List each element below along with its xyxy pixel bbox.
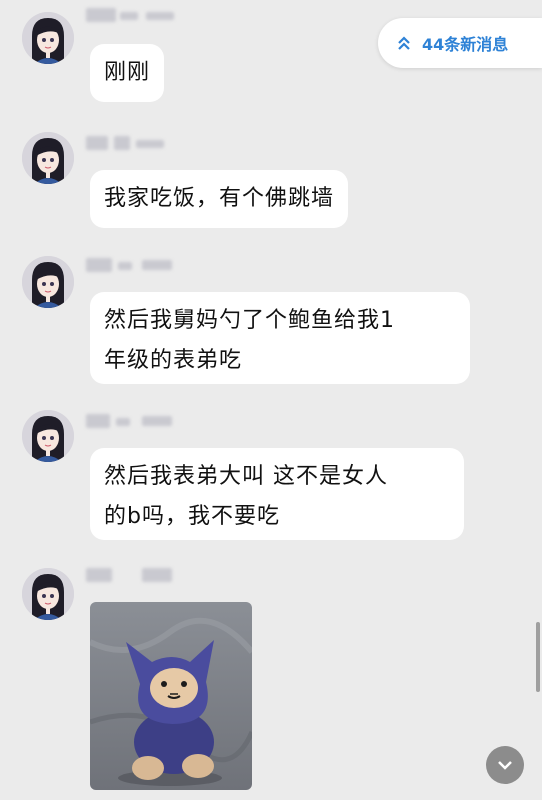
blurred-sender-name <box>86 568 176 584</box>
blurred-sender-name <box>86 258 176 274</box>
message-bubble[interactable]: 然后我表弟大叫 这不是女人 的b吗，我不要吃 <box>90 448 464 540</box>
message-bubble[interactable]: 然后我舅妈勺了个鲍鱼给我1 年级的表弟吃 <box>90 292 470 384</box>
avatar[interactable] <box>22 132 74 184</box>
avatar[interactable] <box>22 568 74 620</box>
message-text-line: 的b吗，我不要吃 <box>104 504 280 529</box>
chevron-down-icon <box>498 761 512 770</box>
double-chevron-up-icon <box>398 36 410 50</box>
message-bubble[interactable]: 刚刚 <box>90 44 165 102</box>
message-text-line: 然后我舅妈勺了个鲍鱼给我1 <box>104 308 395 333</box>
new-messages-button[interactable]: 44条新消息 <box>378 18 542 68</box>
avatar[interactable] <box>22 256 74 308</box>
purple-hooded-cat-toy-sticker[interactable] <box>90 602 252 790</box>
message-text-line: 年级的表弟吃 <box>104 348 243 373</box>
blurred-sender-name <box>86 414 176 430</box>
blurred-sender-name <box>86 8 176 24</box>
avatar[interactable] <box>22 12 74 64</box>
message-bubble[interactable]: 我家吃饭，有个佛跳墙 <box>90 170 349 228</box>
message-text: 刚刚 <box>104 60 151 85</box>
new-messages-label: 44条新消息 <box>422 35 509 54</box>
scroll-down-button[interactable] <box>486 746 524 784</box>
avatar[interactable] <box>22 410 74 462</box>
message-text: 我家吃饭，有个佛跳墙 <box>104 186 335 211</box>
message-text-line: 然后我表弟大叫 这不是女人 <box>104 464 388 489</box>
blurred-sender-name <box>86 136 176 152</box>
scrollbar[interactable] <box>536 622 540 692</box>
